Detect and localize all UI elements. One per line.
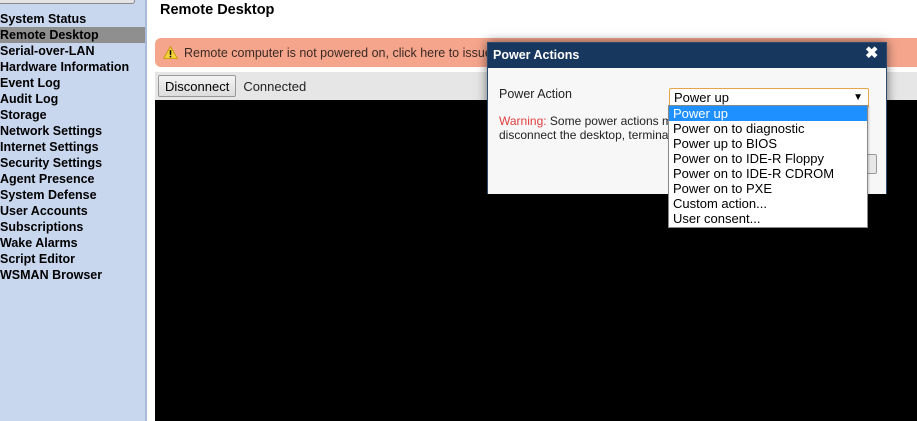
connection-status: Connected (243, 78, 307, 94)
dropdown-option[interactable]: Power up (669, 106, 867, 121)
warning-line-1: Some power actions m (549, 114, 672, 128)
page-title: Remote Desktop (160, 2, 275, 18)
dropdown-option[interactable]: User consent... (669, 211, 867, 226)
sidebar-item-network-settings[interactable]: Network Settings (0, 123, 145, 139)
dialog-warning-text: Warning: Some power actions m disconnect… (499, 114, 674, 142)
disconnect-button[interactable]: Disconnect (158, 75, 237, 97)
sidebar-item-wake-alarms[interactable]: Wake Alarms (0, 235, 145, 251)
dropdown-option[interactable]: Power on to IDE-R CDROM (669, 166, 867, 181)
sidebar-item-system-defense[interactable]: System Defense (0, 187, 145, 203)
sidebar-item-storage[interactable]: Storage (0, 107, 145, 123)
warning-line-2: disconnect the desktop, termina (499, 128, 669, 142)
sidebar-item-hardware-information[interactable]: Hardware Information (0, 59, 145, 75)
sidebar-item-agent-presence[interactable]: Agent Presence (0, 171, 145, 187)
banner-text: Remote computer is not powered on, click… (184, 45, 492, 60)
dialog-title: Power Actions (493, 48, 580, 62)
warning-triangle-icon (163, 46, 178, 59)
sidebar-item-wsman-browser[interactable]: WSMAN Browser (0, 267, 145, 283)
sidebar-item-user-accounts[interactable]: User Accounts (0, 203, 145, 219)
power-action-label: Power Action (499, 87, 572, 101)
sidebar-item-subscriptions[interactable]: Subscriptions (0, 219, 145, 235)
dialog-header: Power Actions ✖ (488, 43, 886, 68)
select-value: Power up (674, 90, 729, 105)
sidebar-top-button[interactable] (0, 0, 135, 4)
sidebar-item-remote-desktop[interactable]: Remote Desktop (0, 27, 145, 43)
power-action-dropdown-list: Power up Power on to diagnostic Power up… (668, 105, 868, 228)
dropdown-option[interactable]: Power on to IDE-R Floppy (669, 151, 867, 166)
dropdown-option[interactable]: Power on to diagnostic (669, 121, 867, 136)
sidebar-item-security-settings[interactable]: Security Settings (0, 155, 145, 171)
sidebar-item-script-editor[interactable]: Script Editor (0, 251, 145, 267)
sidebar-item-system-status[interactable]: System Status (0, 11, 145, 27)
dropdown-option[interactable]: Power on to PXE (669, 181, 867, 196)
warning-label: Warning: (499, 114, 547, 128)
sidebar-item-event-log[interactable]: Event Log (0, 75, 145, 91)
sidebar-item-serial-over-lan[interactable]: Serial-over-LAN (0, 43, 145, 59)
sidebar-nav: System Status Remote Desktop Serial-over… (0, 0, 147, 421)
dropdown-option[interactable]: Power up to BIOS (669, 136, 867, 151)
sidebar-menu: System Status Remote Desktop Serial-over… (0, 11, 145, 283)
dropdown-option[interactable]: Custom action... (669, 196, 867, 211)
sidebar-item-audit-log[interactable]: Audit Log (0, 91, 145, 107)
close-icon[interactable]: ✖ (865, 45, 879, 62)
sidebar-item-internet-settings[interactable]: Internet Settings (0, 139, 145, 155)
